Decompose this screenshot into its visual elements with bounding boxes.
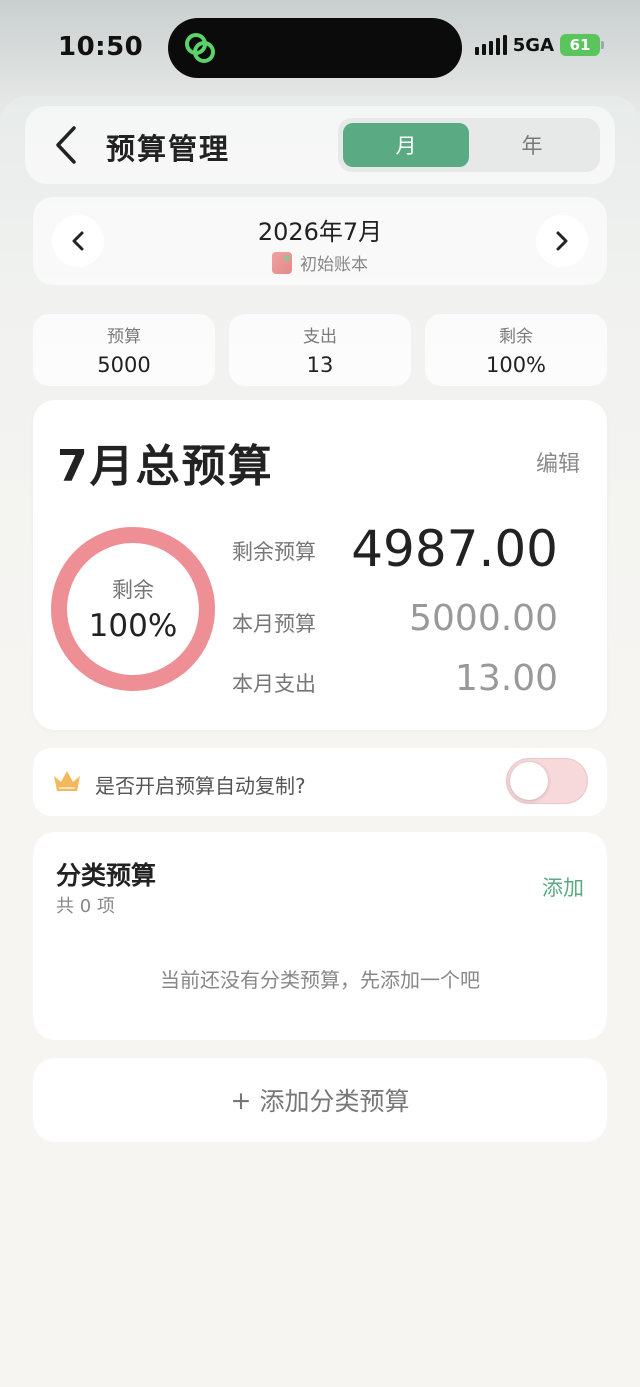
stat-label: 支出 <box>303 327 337 347</box>
ring-label: 剩余 <box>112 578 154 602</box>
toggle-knob <box>510 762 548 800</box>
stat-value: 5000 <box>97 353 151 377</box>
add-category-budget-button[interactable]: + 添加分类预算 <box>33 1058 607 1142</box>
network-type: 5GA <box>512 34 554 56</box>
tab-year[interactable]: 年 <box>469 123 595 167</box>
status-indicators: 5GA 61 <box>474 34 604 56</box>
signal-icon <box>474 35 507 55</box>
stat-label: 预算 <box>107 327 141 347</box>
total-budget-title: 7月总预算 <box>57 441 274 492</box>
month-budget-value: 5000.00 <box>409 598 558 639</box>
auto-copy-toggle[interactable] <box>506 758 588 804</box>
back-button[interactable] <box>50 124 82 166</box>
account-book[interactable]: 初始账本 <box>0 250 640 275</box>
add-category-budget-label: 添加分类预算 <box>259 1087 410 1116</box>
auto-copy-label: 是否开启预算自动复制? <box>95 774 306 798</box>
stat-value: 100% <box>485 353 547 377</box>
edit-button[interactable]: 编辑 <box>536 446 580 478</box>
category-count: 共 0 项 <box>56 896 115 917</box>
book-icon <box>272 251 292 274</box>
add-category-link[interactable]: 添加 <box>542 872 584 902</box>
battery-level: 61 <box>569 36 591 54</box>
status-bar: 10:50 5GA 61 <box>0 0 640 96</box>
chevron-left-icon <box>56 126 76 164</box>
crown-icon <box>54 771 80 791</box>
period-segmented-control: 月 年 <box>338 118 600 172</box>
account-book-name: 初始账本 <box>300 255 368 275</box>
remaining-budget-label: 剩余预算 <box>232 540 316 564</box>
stat-budget: 预算 5000 <box>33 314 215 386</box>
ring-value: 100% <box>88 608 178 644</box>
battery-icon: 61 <box>560 34 604 56</box>
stat-label: 剩余 <box>499 327 533 347</box>
current-month: 2026年7月 <box>257 218 383 246</box>
link-rings-icon <box>185 33 215 63</box>
stat-value: 13 <box>306 353 334 377</box>
dynamic-island <box>168 18 462 78</box>
sheet <box>0 96 640 1387</box>
stat-spent: 支出 13 <box>229 314 411 386</box>
category-budget-title: 分类预算 <box>56 861 157 890</box>
tab-month[interactable]: 月 <box>343 123 469 167</box>
page-title: 预算管理 <box>106 132 231 166</box>
status-time: 10:50 <box>58 32 144 62</box>
stat-remaining: 剩余 100% <box>425 314 607 386</box>
month-spent-value: 13.00 <box>454 658 558 699</box>
plus-icon: + <box>230 1085 252 1115</box>
remaining-budget-value: 4987.00 <box>351 520 558 578</box>
month-spent-label: 本月支出 <box>232 672 316 696</box>
month-budget-label: 本月预算 <box>232 612 316 636</box>
empty-state-text: 当前还没有分类预算，先添加一个吧 <box>160 968 480 992</box>
